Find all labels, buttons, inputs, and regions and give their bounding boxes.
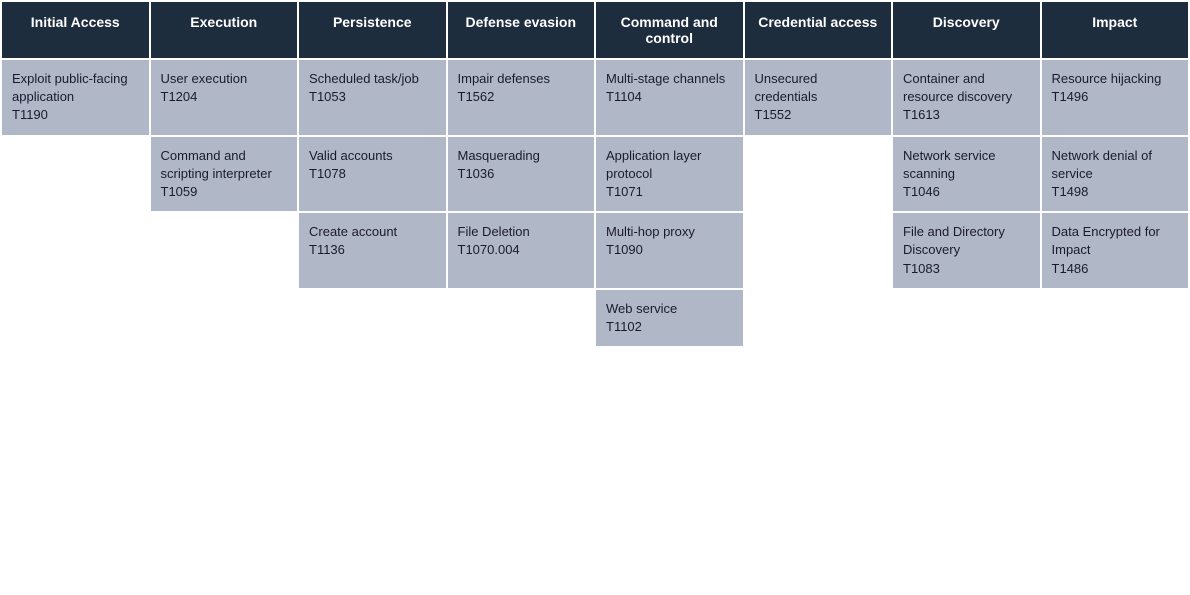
technique-name: Scheduled task/job [309, 71, 419, 86]
technique-id: T1613 [903, 107, 940, 122]
technique-name: Container and resource discovery [903, 71, 1012, 104]
technique-name: Exploit public-facing application [12, 71, 128, 104]
technique-id: T1104 [606, 89, 642, 104]
column-header-6: Discovery [892, 1, 1041, 59]
technique-id: T1552 [755, 107, 792, 122]
cell-row3-col5 [744, 289, 893, 347]
cell-row0-col4: Multi-stage channels T1104 [595, 59, 744, 136]
technique-name: Multi-stage channels [606, 71, 725, 86]
cell-row0-col2: Scheduled task/job T1053 [298, 59, 447, 136]
technique-id: T1078 [309, 166, 346, 181]
technique-id: T1046 [903, 184, 940, 199]
cell-row3-col6 [892, 289, 1041, 347]
technique-id: T1036 [458, 166, 495, 181]
column-header-1: Execution [150, 1, 299, 59]
technique-name: Data Encrypted for Impact [1052, 224, 1160, 257]
cell-row1-col6: Network service scanning T1046 [892, 136, 1041, 213]
cell-row3-col7 [1041, 289, 1190, 347]
technique-id: T1496 [1052, 89, 1089, 104]
technique-name: Command and scripting interpreter [161, 148, 272, 181]
cell-row3-col1 [150, 289, 299, 347]
column-header-7: Impact [1041, 1, 1190, 59]
technique-name: File Deletion [458, 224, 530, 239]
technique-name: Network service scanning [903, 148, 995, 181]
technique-id: T1102 [606, 319, 642, 334]
cell-row1-col4: Application layer protocol T1071 [595, 136, 744, 213]
technique-id: T1059 [161, 184, 198, 199]
cell-row0-col1: User execution T1204 [150, 59, 299, 136]
technique-id: T1090 [606, 242, 643, 257]
technique-name: Multi-hop proxy [606, 224, 695, 239]
cell-row0-col0: Exploit public-facing application T1190 [1, 59, 150, 136]
cell-row3-col3 [447, 289, 596, 347]
technique-name: Impair defenses [458, 71, 551, 86]
technique-id: T1071 [606, 184, 643, 199]
technique-name: Create account [309, 224, 397, 239]
cell-row1-col5 [744, 136, 893, 213]
cell-row2-col1 [150, 212, 299, 289]
cell-row2-col3: File Deletion T1070.004 [447, 212, 596, 289]
technique-id: T1053 [309, 89, 346, 104]
column-header-2: Persistence [298, 1, 447, 59]
cell-row0-col5: Unsecured credentials T1552 [744, 59, 893, 136]
cell-row0-col7: Resource hijacking T1496 [1041, 59, 1190, 136]
technique-name: Masquerading [458, 148, 540, 163]
technique-id: T1190 [12, 107, 48, 122]
mitre-matrix-table: Initial AccessExecutionPersistenceDefens… [0, 0, 1190, 348]
technique-name: Valid accounts [309, 148, 393, 163]
cell-row2-col4: Multi-hop proxy T1090 [595, 212, 744, 289]
technique-id: T1204 [161, 89, 198, 104]
technique-id: T1562 [458, 89, 495, 104]
technique-name: Network denial of service [1052, 148, 1152, 181]
technique-id: T1070.004 [458, 242, 520, 257]
cell-row0-col3: Impair defenses T1562 [447, 59, 596, 136]
technique-name: Unsecured credentials [755, 71, 818, 104]
column-header-3: Defense evasion [447, 1, 596, 59]
cell-row1-col0 [1, 136, 150, 213]
cell-row3-col0 [1, 289, 150, 347]
technique-name: File and Directory Discovery [903, 224, 1005, 257]
column-header-0: Initial Access [1, 1, 150, 59]
technique-id: T1083 [903, 261, 940, 276]
column-header-5: Credential access [744, 1, 893, 59]
cell-row3-col4: Web service T1102 [595, 289, 744, 347]
technique-id: T1136 [309, 242, 345, 257]
cell-row3-col2 [298, 289, 447, 347]
technique-name: Resource hijacking [1052, 71, 1162, 86]
cell-row2-col2: Create account T1136 [298, 212, 447, 289]
cell-row0-col6: Container and resource discovery T1613 [892, 59, 1041, 136]
cell-row1-col7: Network denial of service T1498 [1041, 136, 1190, 213]
technique-id: T1498 [1052, 184, 1089, 199]
cell-row1-col3: Masquerading T1036 [447, 136, 596, 213]
cell-row2-col5 [744, 212, 893, 289]
technique-name: Application layer protocol [606, 148, 701, 181]
technique-name: Web service [606, 301, 677, 316]
technique-id: T1486 [1052, 261, 1089, 276]
cell-row2-col7: Data Encrypted for Impact T1486 [1041, 212, 1190, 289]
technique-name: User execution [161, 71, 248, 86]
cell-row2-col0 [1, 212, 150, 289]
cell-row2-col6: File and Directory Discovery T1083 [892, 212, 1041, 289]
cell-row1-col1: Command and scripting interpreter T1059 [150, 136, 299, 213]
cell-row1-col2: Valid accounts T1078 [298, 136, 447, 213]
column-header-4: Command and control [595, 1, 744, 59]
